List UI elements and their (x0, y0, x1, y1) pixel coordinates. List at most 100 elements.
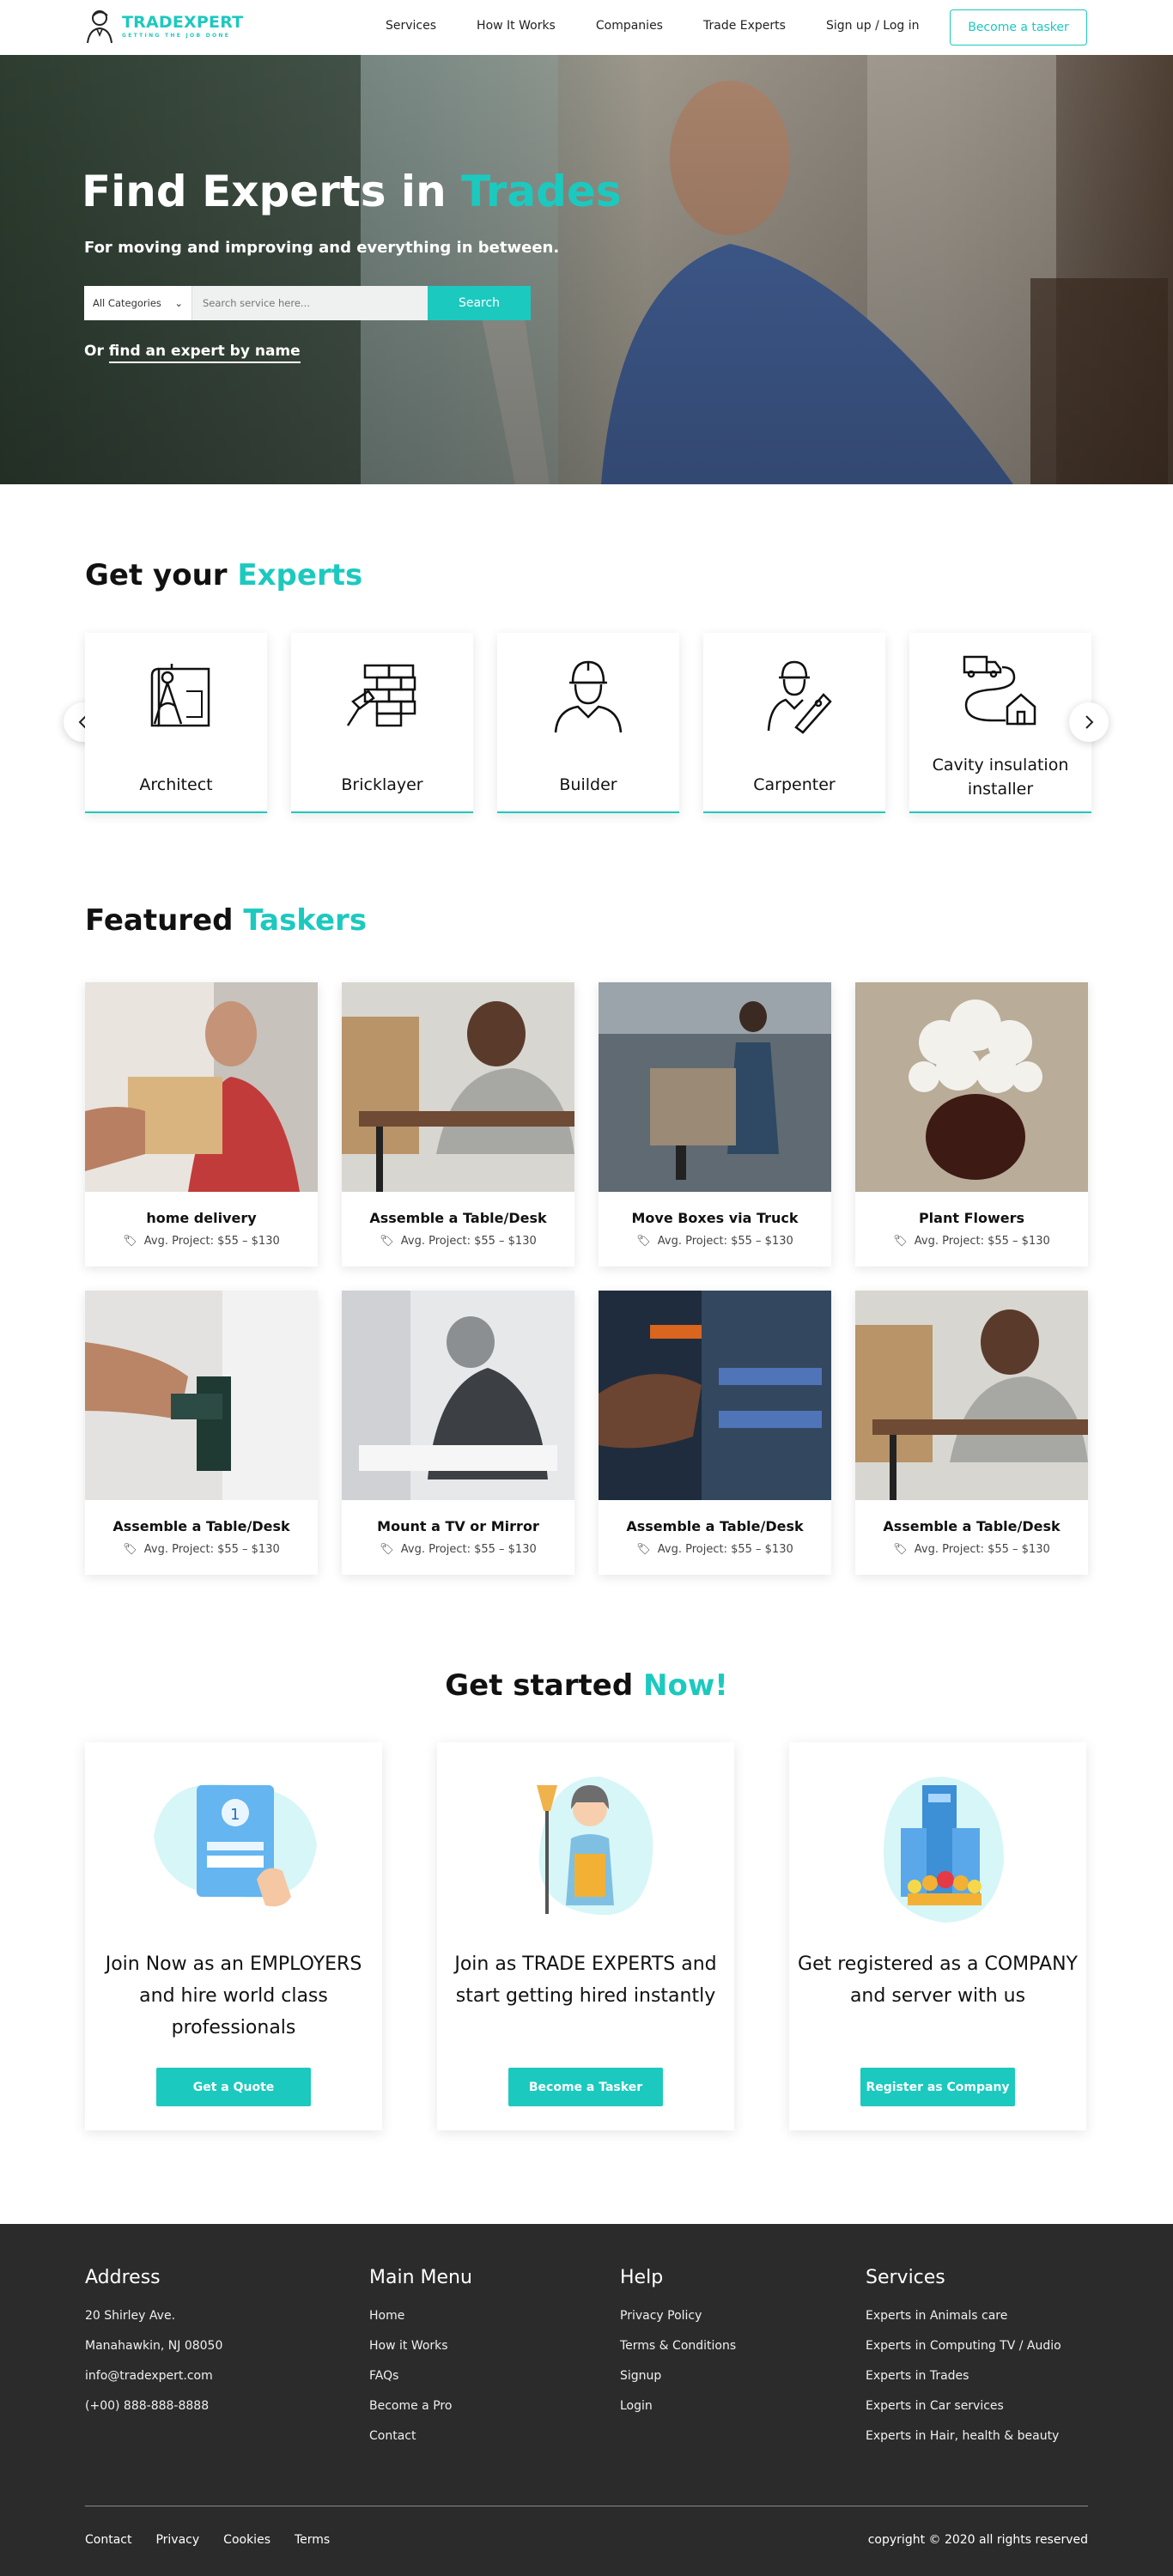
search-input[interactable] (192, 286, 428, 320)
category-card-architect[interactable]: Architect (85, 633, 267, 813)
architect-icon (150, 664, 210, 727)
nav-how-it-works[interactable]: How It Works (477, 19, 556, 33)
find-by-name: Or find an expert by name (84, 343, 301, 363)
main-nav: Services How It Works Companies Trade Ex… (386, 19, 960, 33)
nav-companies[interactable]: Companies (596, 19, 663, 33)
get-started-cards: 1 Join Now as an EMPLOYERS and hire worl… (85, 1742, 1086, 2130)
tasker-photo (85, 982, 318, 1192)
tasker-price: 🏷 Avg. Project: $55 – $130 (123, 1543, 280, 1556)
nav-services[interactable]: Services (386, 19, 436, 33)
tag-icon: 🏷 (893, 1235, 908, 1248)
tag-icon: 🏷 (123, 1235, 137, 1248)
category-label: Builder (559, 775, 617, 794)
footer-link-animals-care[interactable]: Experts in Animals care (866, 2309, 1061, 2323)
footer-link-contact[interactable]: Contact (369, 2429, 472, 2443)
cavity-insulation-icon (963, 655, 1036, 726)
bottom-link-privacy[interactable]: Privacy (155, 2533, 199, 2547)
footer-link-trades[interactable]: Experts in Trades (866, 2369, 1061, 2383)
bricklayer-icon (346, 664, 416, 727)
tasker-service-name: Plant Flowers (918, 1210, 1025, 1226)
tag-icon: 🏷 (380, 1543, 394, 1556)
chevron-down-icon: ⌄ (174, 297, 183, 309)
tag-icon: 🏷 (636, 1543, 651, 1556)
category-card-builder[interactable]: Builder (497, 633, 679, 813)
tasker-service-name: Assemble a Table/Desk (112, 1518, 290, 1534)
tasker-service-name: Assemble a Table/Desk (369, 1210, 547, 1226)
footer-link-signup[interactable]: Signup (620, 2369, 736, 2383)
tasker-photo (85, 1291, 318, 1500)
carpenter-icon (767, 660, 832, 734)
tag-icon: 🏷 (380, 1235, 394, 1248)
footer-link-privacy-policy[interactable]: Privacy Policy (620, 2309, 736, 2323)
footer-link-become-pro[interactable]: Become a Pro (369, 2399, 472, 2413)
nav-signup-login[interactable]: Sign up / Log in (826, 19, 920, 33)
nav-trade-experts[interactable]: Trade Experts (703, 19, 786, 33)
footer-services-heading: Services (866, 2267, 945, 2288)
logo[interactable]: TRADEXPERT GETTING THE JOB DONE (84, 7, 243, 45)
footer-link-terms[interactable]: Terms & Conditions (620, 2339, 736, 2353)
tasker-card[interactable]: Mount a TV or Mirror 🏷 Avg. Project: $55 … (342, 1291, 574, 1575)
tasker-service-name: Assemble a Table/Desk (626, 1518, 804, 1534)
footer-help-heading: Help (620, 2267, 664, 2288)
site-footer: Address 20 Shirley Ave. Manahawkin, NJ 0… (0, 2224, 1173, 2576)
category-select[interactable]: All Categories ⌄ (84, 286, 192, 320)
tasker-card[interactable]: Assemble a Table/Desk 🏷 Avg. Project: $55… (342, 982, 574, 1267)
footer-link-hair-health[interactable]: Experts in Hair, health & beauty (866, 2429, 1061, 2443)
email-link[interactable]: info@tradexpert.com (85, 2369, 222, 2383)
tag-icon: 🏷 (636, 1235, 651, 1248)
hero-subtitle: For moving and improving and everything … (84, 239, 560, 257)
tasker-photo (855, 1291, 1088, 1500)
tasker-photo (342, 982, 574, 1192)
tasker-card[interactable]: home delivery 🏷 Avg. Project: $55 – $130 (85, 982, 318, 1267)
footer-link-computing[interactable]: Experts in Computing TV / Audio (866, 2339, 1061, 2353)
footer-link-faqs[interactable]: FAQs (369, 2369, 472, 2383)
tasker-card[interactable]: Assemble a Table/Desk 🏷 Avg. Project: $55… (85, 1291, 318, 1575)
site-header: TRADEXPERT GETTING THE JOB DONE Services… (0, 0, 1173, 55)
footer-address: Address 20 Shirley Ave. Manahawkin, NJ 0… (85, 2267, 222, 2429)
address-line: Manahawkin, NJ 08050 (85, 2339, 223, 2353)
featured-taskers-grid: home delivery 🏷 Avg. Project: $55 – $130 … (85, 982, 1088, 1575)
footer-link-how-it-works[interactable]: How it Works (369, 2339, 472, 2353)
logo-tagline: GETTING THE JOB DONE (122, 33, 231, 39)
category-label: Carpenter (753, 775, 836, 794)
id-card-illustration: 1 (154, 1783, 317, 1907)
footer-link-home[interactable]: Home (369, 2309, 472, 2323)
phone-link[interactable]: (+00) 888-888-8888 (85, 2399, 222, 2413)
search-button[interactable]: Search (428, 286, 531, 320)
footer-main-menu-heading: Main Menu (369, 2267, 472, 2288)
trade-expert-card: Join as TRADE EXPERTS and start getting … (437, 1742, 734, 2130)
experts-heading: Get your Experts (85, 558, 363, 592)
tasker-card[interactable]: Plant Flowers 🏷 Avg. Project: $55 – $130 (855, 982, 1088, 1267)
tasker-price: 🏷 Avg. Project: $55 – $130 (380, 1235, 537, 1248)
category-card-carpenter[interactable]: Carpenter (703, 633, 885, 813)
find-by-name-link[interactable]: find an expert by name (108, 343, 301, 363)
logo-person-icon (87, 10, 112, 44)
employer-card: 1 Join Now as an EMPLOYERS and hire worl… (85, 1742, 382, 2130)
tasker-photo (599, 1291, 831, 1500)
register-company-button[interactable]: Register as Company (860, 2068, 1015, 2106)
bottom-link-contact[interactable]: Contact (85, 2533, 131, 2547)
category-label: Bricklayer (341, 775, 423, 794)
get-quote-button[interactable]: Get a Quote (156, 2068, 311, 2106)
worker-illustration (537, 1777, 653, 1916)
footer-services: Services Experts in Animals care Experts… (866, 2267, 1061, 2459)
bottom-link-terms[interactable]: Terms (295, 2533, 330, 2547)
tasker-service-name: Move Boxes via Truck (631, 1210, 799, 1226)
become-tasker-button[interactable]: Become a tasker (950, 9, 1087, 46)
tasker-card[interactable]: Assemble a Table/Desk 🏷 Avg. Project: $55… (599, 1291, 831, 1575)
tasker-card[interactable]: Move Boxes via Truck 🏷 Avg. Project: $55 … (599, 982, 831, 1267)
footer-main-menu: Main Menu Home How it Works FAQs Become … (369, 2267, 472, 2459)
taskers-heading: Featured Taskers (85, 903, 368, 938)
tasker-card[interactable]: Assemble a Table/Desk 🏷 Avg. Project: $55… (855, 1291, 1088, 1575)
chevron-right-icon (1085, 715, 1094, 729)
footer-link-login[interactable]: Login (620, 2399, 736, 2413)
category-card-cavity-insulation[interactable]: Cavity insulation installer (909, 633, 1091, 813)
tasker-service-name: Assemble a Table/Desk (883, 1518, 1061, 1534)
category-card-bricklayer[interactable]: Bricklayer (291, 633, 473, 813)
footer-link-car-services[interactable]: Experts in Car services (866, 2399, 1061, 2413)
become-tasker-card-button[interactable]: Become a Tasker (508, 2068, 663, 2106)
tasker-photo (855, 982, 1088, 1192)
employer-text: Join Now as an EMPLOYERS and hire world … (105, 1953, 362, 2038)
bottom-link-cookies[interactable]: Cookies (223, 2533, 270, 2547)
carousel-next-button[interactable] (1069, 702, 1109, 742)
